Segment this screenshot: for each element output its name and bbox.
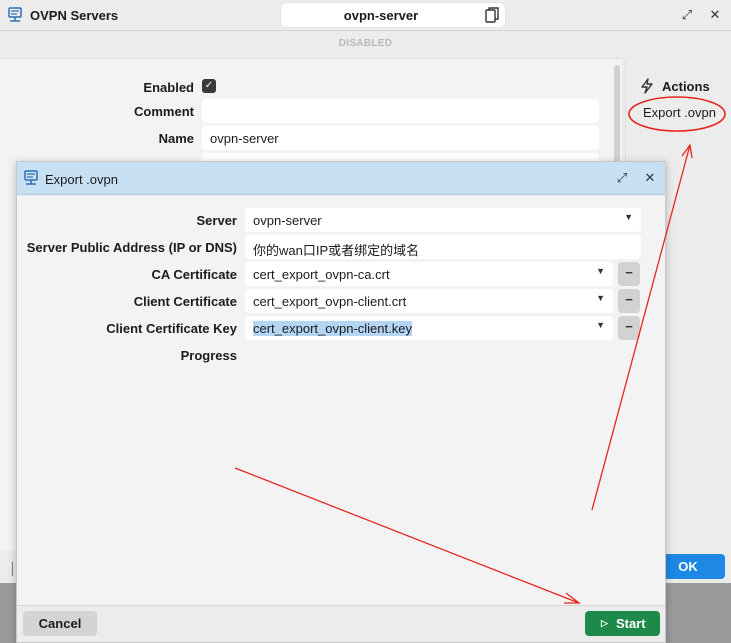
client-cert-remove-button[interactable]: − xyxy=(618,289,640,313)
ca-remove-button[interactable]: − xyxy=(618,262,640,286)
client-key-remove-button[interactable]: − xyxy=(618,316,640,340)
actions-title: Actions xyxy=(662,79,710,94)
start-button[interactable]: ▷ Start xyxy=(585,611,660,636)
name-label: Name xyxy=(158,131,194,146)
comment-label: Comment xyxy=(134,104,194,119)
ca-label: CA Certificate xyxy=(151,267,237,282)
server-select[interactable]: ovpn-server ▼ xyxy=(245,208,641,232)
scrollbar[interactable] xyxy=(614,65,620,165)
minus-icon: − xyxy=(625,265,633,280)
chevron-down-icon: ▼ xyxy=(596,320,605,330)
client-key-select[interactable]: cert_export_ovpn-client.key ▼ xyxy=(245,316,613,340)
address-label: Server Public Address (IP or DNS) xyxy=(26,240,237,255)
server-value: ovpn-server xyxy=(253,213,322,228)
comment-field[interactable] xyxy=(202,99,599,123)
dialog-title: Export .ovpn xyxy=(45,172,118,187)
export-dialog: Export .ovpn ⤢ ✕ Server ovpn-server ▼ Se… xyxy=(16,161,666,643)
client-key-label: Client Certificate Key xyxy=(106,321,237,336)
main-title-bar: OVPN Servers ovpn-server ⤢ ✕ xyxy=(0,0,731,31)
server-label: Server xyxy=(196,213,237,228)
dialog-form: Server ovpn-server ▼ Server Public Addre… xyxy=(17,196,665,605)
bolt-icon xyxy=(641,78,653,94)
play-icon: ▷ xyxy=(601,618,608,628)
cancel-button[interactable]: Cancel xyxy=(23,611,97,636)
close-icon[interactable]: ✕ xyxy=(643,171,657,185)
server-row: Server ovpn-server ▼ xyxy=(17,208,665,232)
client-cert-value: cert_export_ovpn-client.crt xyxy=(253,294,407,309)
export-ovpn-action[interactable]: Export .ovpn xyxy=(643,105,716,120)
progress-label: Progress xyxy=(180,348,237,363)
address-input[interactable]: 你的wan口IP或者绑定的域名 xyxy=(245,235,641,259)
enabled-checkbox[interactable]: ✓ xyxy=(202,79,216,93)
dialog-footer: Cancel ▷ Start xyxy=(17,605,665,642)
name-field[interactable]: ovpn-server xyxy=(202,126,599,150)
restore-icon[interactable]: ⤢ xyxy=(615,171,629,185)
minus-icon: − xyxy=(625,292,633,307)
progress-row: Progress xyxy=(17,343,665,367)
enabled-label: Enabled xyxy=(143,80,194,95)
chevron-down-icon: ▼ xyxy=(624,212,633,222)
record-name: ovpn-server xyxy=(343,8,419,23)
name-row: Name ovpn-server xyxy=(0,126,600,150)
dialog-title-bar: Export .ovpn ⤢ ✕ xyxy=(17,162,665,195)
client-key-row: Client Certificate Key cert_export_ovpn-… xyxy=(17,316,665,340)
close-icon[interactable]: ✕ xyxy=(707,7,723,23)
window-title: OVPN Servers xyxy=(30,8,119,23)
chevron-down-icon: ▼ xyxy=(596,266,605,276)
comment-row: Comment xyxy=(0,99,600,123)
address-row: Server Public Address (IP or DNS) 你的wan口… xyxy=(17,235,665,259)
start-label: Start xyxy=(616,616,646,631)
chevron-down-icon: ▼ xyxy=(596,293,605,303)
check-icon: ✓ xyxy=(204,80,214,91)
ca-value: cert_export_ovpn-ca.crt xyxy=(253,267,390,282)
ca-select[interactable]: cert_export_ovpn-ca.crt ▼ xyxy=(245,262,613,286)
status-badge: DISABLED xyxy=(338,38,393,49)
client-key-value: cert_export_ovpn-client.key xyxy=(253,321,412,336)
client-cert-label: Client Certificate xyxy=(133,294,237,309)
ca-row: CA Certificate cert_export_ovpn-ca.crt ▼… xyxy=(17,262,665,286)
client-cert-row: Client Certificate cert_export_ovpn-clie… xyxy=(17,289,665,313)
server-icon xyxy=(8,7,22,22)
server-icon xyxy=(24,170,38,185)
minus-icon: − xyxy=(625,319,633,334)
enabled-row: Enabled ✓ xyxy=(0,75,600,99)
copy-icon[interactable] xyxy=(485,7,499,23)
restore-icon[interactable]: ⤢ xyxy=(679,7,695,23)
record-name-box[interactable]: ovpn-server xyxy=(281,3,505,27)
client-cert-select[interactable]: cert_export_ovpn-client.crt ▼ xyxy=(245,289,613,313)
